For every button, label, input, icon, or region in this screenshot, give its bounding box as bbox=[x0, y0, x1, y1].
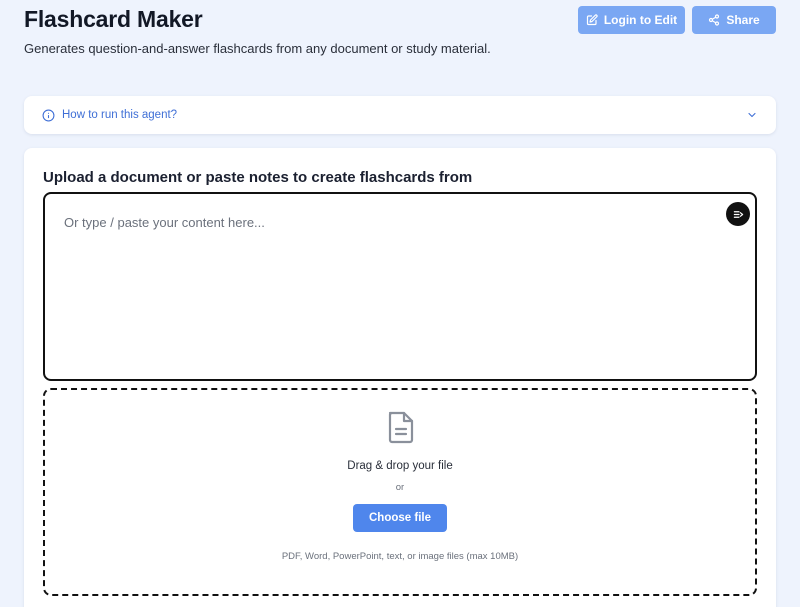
upload-title: Upload a document or paste notes to crea… bbox=[43, 169, 473, 186]
dropzone-hint: PDF, Word, PowerPoint, text, or image fi… bbox=[281, 551, 519, 562]
chevron-down-icon bbox=[748, 112, 756, 118]
page-subtitle: Generates question-and-answer flashcards… bbox=[24, 41, 491, 56]
document-icon bbox=[388, 411, 414, 444]
submit-notes-button[interactable] bbox=[726, 202, 750, 226]
notes-input[interactable] bbox=[45, 194, 755, 379]
how-to-run-accordion[interactable]: How to run this agent? bbox=[24, 96, 776, 134]
edit-icon bbox=[586, 14, 598, 26]
share-icon bbox=[709, 14, 720, 26]
dropzone-title: Drag & drop your file bbox=[347, 460, 453, 472]
login-to-edit-button[interactable]: Login to Edit bbox=[578, 6, 685, 34]
dropzone-or: or bbox=[395, 482, 405, 493]
page-title: Flashcard Maker bbox=[24, 6, 203, 32]
share-label: Share bbox=[726, 13, 760, 27]
file-dropzone[interactable]: Drag & drop your file or Choose file PDF… bbox=[43, 388, 757, 596]
notes-input-box bbox=[43, 192, 757, 381]
header: Flashcard Maker Generates question-and-a… bbox=[24, 6, 776, 76]
info-icon bbox=[42, 109, 55, 121]
send-icon bbox=[733, 210, 743, 218]
upload-card: Upload a document or paste notes to crea… bbox=[24, 148, 776, 607]
how-to-run-label: How to run this agent? bbox=[62, 109, 178, 121]
login-to-edit-label: Login to Edit bbox=[603, 13, 678, 27]
share-button[interactable]: Share bbox=[692, 6, 776, 34]
choose-file-button[interactable]: Choose file bbox=[353, 504, 447, 532]
